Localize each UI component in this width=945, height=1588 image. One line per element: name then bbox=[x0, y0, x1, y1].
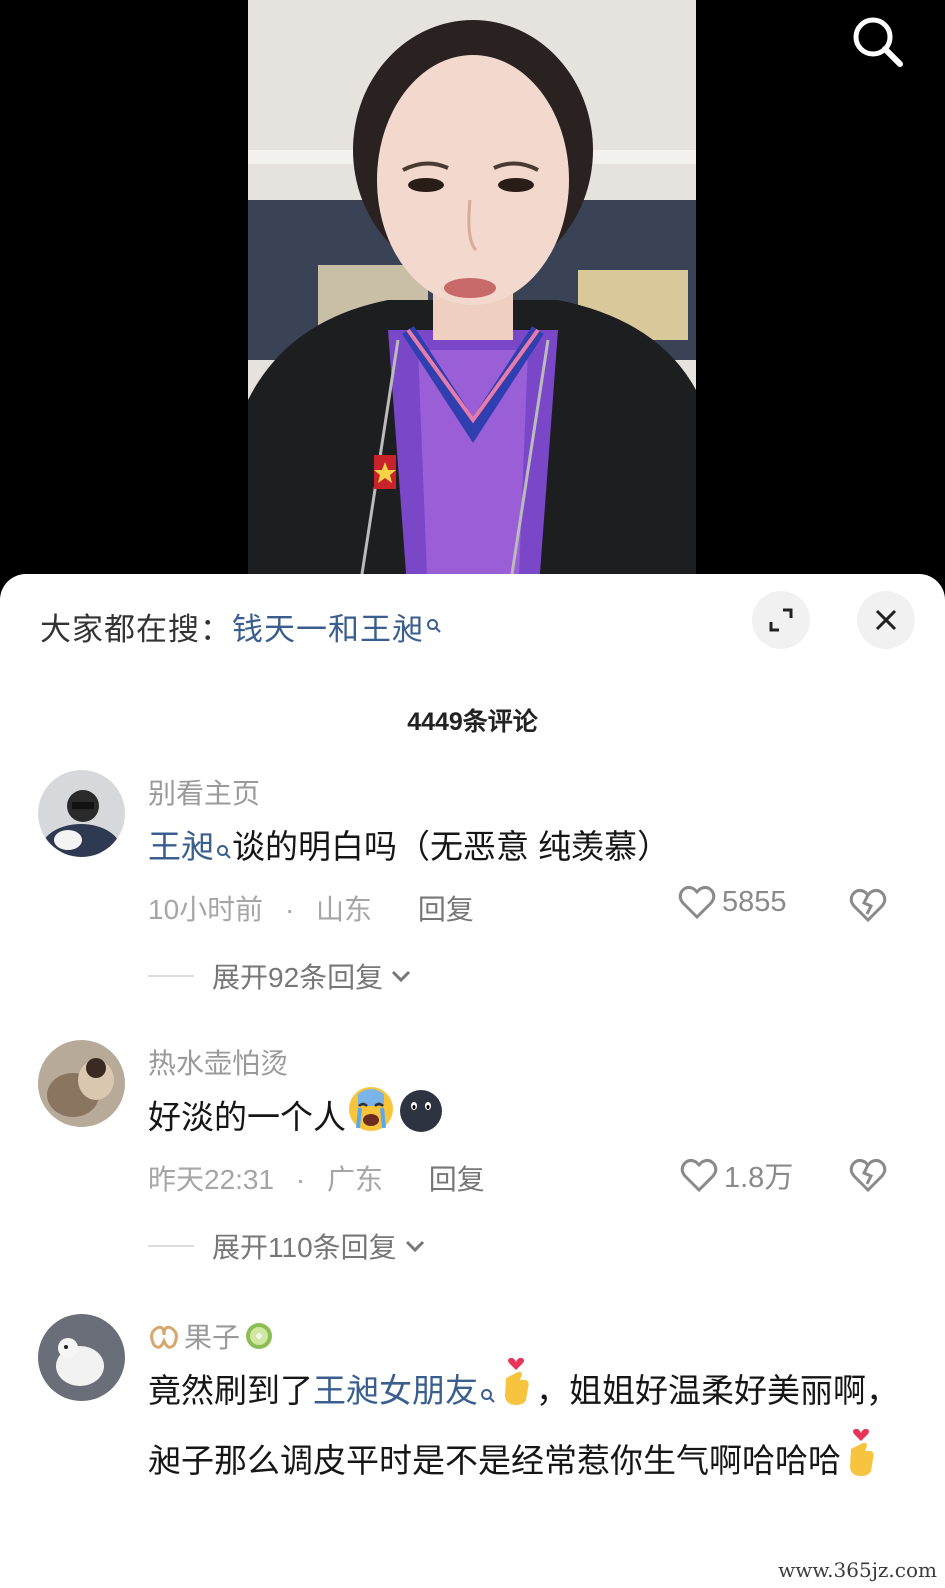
close-icon bbox=[875, 609, 897, 631]
like-button[interactable]: 5855 bbox=[678, 884, 787, 920]
search-suggestion-keyword[interactable]: 钱天一和王昶 bbox=[232, 612, 424, 647]
comment-count: 4449条评论 bbox=[407, 708, 538, 736]
video-player[interactable] bbox=[0, 0, 945, 600]
comment-username[interactable]: 别看主页 bbox=[148, 772, 260, 812]
video-person-image bbox=[248, 0, 696, 600]
search-icon bbox=[853, 17, 903, 67]
dislike-button[interactable] bbox=[848, 886, 888, 926]
heart-outline-icon bbox=[680, 1158, 718, 1193]
avatar[interactable] bbox=[38, 1040, 125, 1127]
search-suggestion-prefix: 大家都在搜： bbox=[40, 612, 232, 647]
comment-location: 广东 bbox=[326, 1164, 383, 1195]
comment-time: 昨天22:31 bbox=[148, 1164, 275, 1195]
comment-text: 好淡的一个人 bbox=[148, 1084, 908, 1156]
comment-item: 果子 竟然刷到了王昶女朋友 ，姐姐好温柔好美丽啊，昶子那么调皮平时是不是经常惹你生… bbox=[0, 1314, 945, 1588]
avatar[interactable] bbox=[38, 1314, 125, 1401]
finger-heart-emoji bbox=[841, 1428, 881, 1499]
comment-username[interactable]: 果子 bbox=[184, 1316, 240, 1356]
meta-separator: · bbox=[284, 894, 295, 925]
expand-replies-label: 展开110条回复 bbox=[212, 1232, 397, 1263]
comment-location: 山东 bbox=[316, 894, 373, 925]
expand-button[interactable] bbox=[752, 591, 810, 649]
reply-button[interactable]: 回复 bbox=[429, 1164, 485, 1195]
kiwi-badge-icon bbox=[246, 1323, 273, 1349]
expand-replies-button[interactable]: 展开110条回复 bbox=[148, 1226, 427, 1266]
comment-text-before: 竟然刷到了 bbox=[148, 1372, 313, 1409]
close-button[interactable] bbox=[857, 591, 915, 649]
like-count: 1.8万 bbox=[724, 1162, 794, 1194]
comment-text-body: 谈的明白吗（无恶意 纯羡慕） bbox=[232, 828, 671, 865]
heart-outline-icon bbox=[678, 885, 716, 920]
comment-meta: 10小时前 · 山东 回复 bbox=[148, 888, 474, 928]
comment-text-body: 好淡的一个人 bbox=[148, 1098, 346, 1136]
dark-face-emoji bbox=[396, 1084, 446, 1156]
comment-keyword-link[interactable]: 王昶女朋友 bbox=[313, 1372, 478, 1409]
like-count: 5855 bbox=[722, 885, 787, 918]
broken-heart-icon bbox=[849, 1158, 887, 1193]
comment-username[interactable]: 热水壶怕烫 bbox=[148, 1042, 288, 1082]
meta-separator: · bbox=[295, 1164, 306, 1195]
expand-icon bbox=[769, 608, 793, 632]
divider-line bbox=[148, 1245, 194, 1247]
expand-replies-label: 展开92条回复 bbox=[212, 962, 384, 993]
video-frame[interactable] bbox=[248, 0, 696, 600]
keyword-search-icon bbox=[216, 816, 232, 882]
divider-line bbox=[148, 975, 194, 977]
avatar[interactable] bbox=[38, 770, 125, 857]
dislike-button[interactable] bbox=[848, 1156, 888, 1196]
chevron-down-icon bbox=[405, 1240, 424, 1253]
comment-username-row[interactable]: 果子 bbox=[148, 1316, 274, 1356]
keyword-search-icon bbox=[480, 1360, 496, 1426]
search-suggestion-bar[interactable]: 大家都在搜：钱天一和王昶 bbox=[40, 604, 442, 649]
comment-meta: 昨天22:31 · 广东 回复 bbox=[148, 1158, 485, 1198]
watermark: www.365jz.com bbox=[778, 1558, 937, 1582]
search-button[interactable] bbox=[848, 12, 908, 72]
comment-time: 10小时前 bbox=[148, 894, 264, 925]
expand-replies-button[interactable]: 展开92条回复 bbox=[148, 956, 413, 996]
comment-sheet: 大家都在搜：钱天一和王昶 4449条评论 别看主页 王昶 谈的明白吗（无恶意 纯羡… bbox=[0, 574, 945, 1588]
comment-text: 竟然刷到了王昶女朋友 ，姐姐好温柔好美丽啊，昶子那么调皮平时是不是经常惹你生气啊哈… bbox=[148, 1358, 908, 1499]
finger-heart-emoji bbox=[496, 1358, 536, 1428]
comment-text: 王昶 谈的明白吗（无恶意 纯羡慕） bbox=[148, 814, 908, 882]
like-button[interactable]: 1.8万 bbox=[680, 1154, 793, 1196]
pretzel-badge-icon bbox=[150, 1325, 178, 1349]
broken-heart-icon bbox=[849, 888, 887, 923]
keyword-search-icon bbox=[426, 606, 442, 642]
reply-button[interactable]: 回复 bbox=[418, 894, 474, 925]
comment-keyword-link[interactable]: 王昶 bbox=[148, 828, 214, 865]
chevron-down-icon bbox=[392, 970, 411, 983]
comment-item: 别看主页 王昶 谈的明白吗（无恶意 纯羡慕） 10小时前 · 山东 回复 5855… bbox=[0, 770, 945, 1030]
comment-item: 热水壶怕烫 好淡的一个人 昨天22:31 · 广东 回复 1.8万 展开110条… bbox=[0, 1040, 945, 1300]
crying-face-emoji bbox=[346, 1084, 396, 1156]
